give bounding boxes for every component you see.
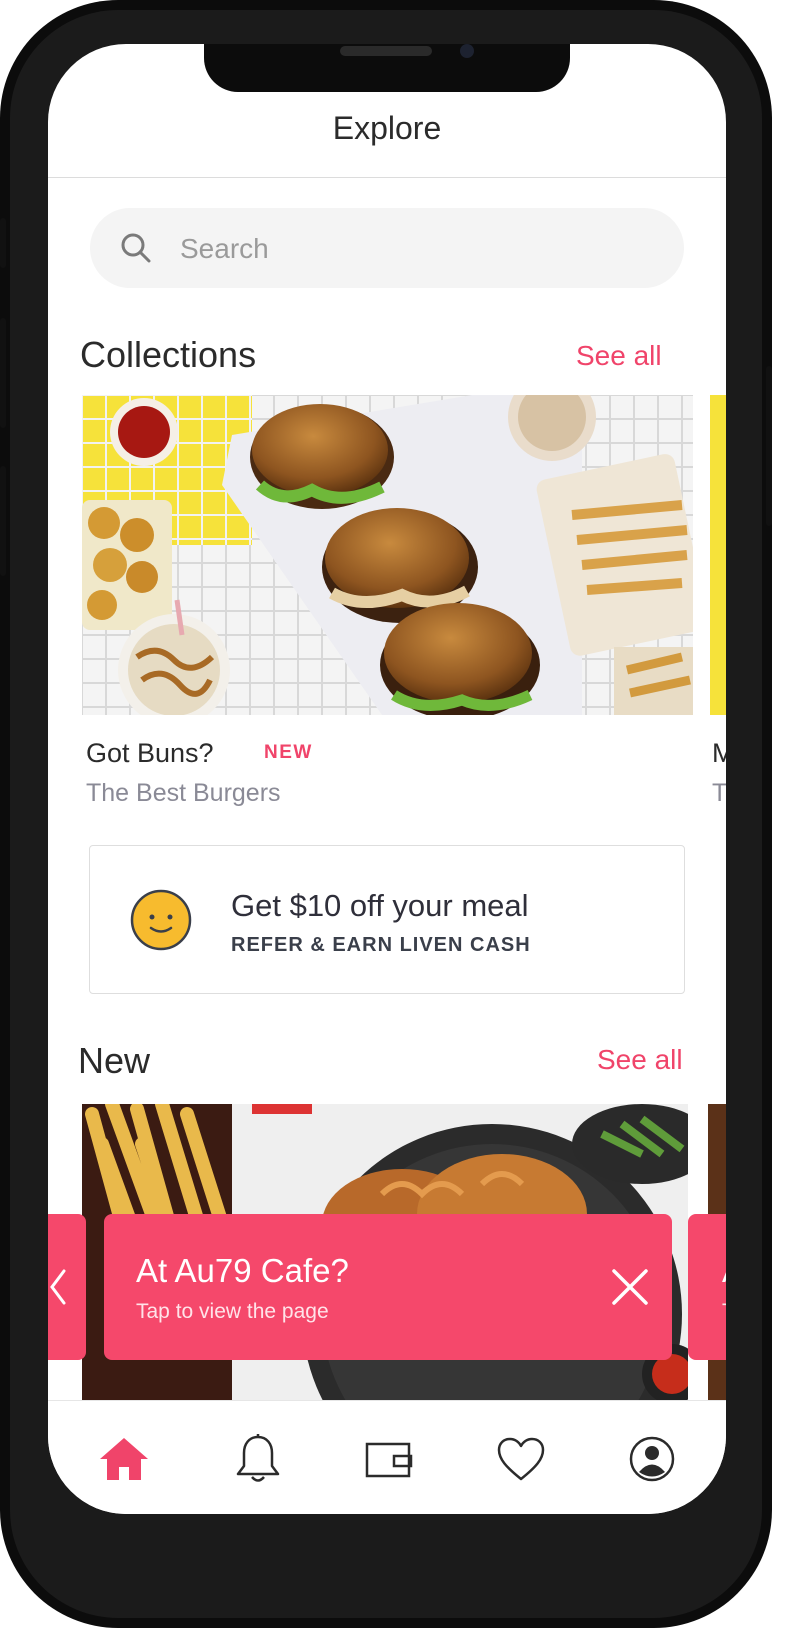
location-banner-subtitle: Tap to view the page xyxy=(136,1300,329,1323)
promo-subtitle: REFER & EARN LIVEN CASH xyxy=(231,934,531,956)
tab-favourites[interactable] xyxy=(493,1431,549,1487)
bell-icon xyxy=(236,1434,280,1482)
header-divider xyxy=(48,177,726,178)
new-badge: NEW xyxy=(264,742,313,763)
collections-title: Collections xyxy=(80,334,257,375)
location-banner[interactable]: At Au79 Cafe? Tap to view the page xyxy=(104,1214,672,1360)
chevron-left-icon xyxy=(50,1269,66,1305)
collection-card-name-peek: M xyxy=(712,738,726,768)
collection-card-name: Got Buns? xyxy=(86,738,214,768)
collection-card-subtitle: The Best Burgers xyxy=(86,779,281,807)
next-banner-subtitle: T xyxy=(722,1300,726,1324)
smiley-icon xyxy=(130,889,192,951)
search-bar[interactable] xyxy=(90,208,684,290)
new-see-all-link[interactable]: See all xyxy=(597,1044,683,1076)
referral-promo-card[interactable]: Get $10 off your meal REFER & EARN LIVEN… xyxy=(89,845,685,994)
mute-switch xyxy=(0,218,6,268)
tab-profile[interactable] xyxy=(624,1431,680,1487)
previous-banner-peek[interactable] xyxy=(48,1214,86,1360)
heart-icon xyxy=(497,1437,545,1481)
front-camera xyxy=(460,44,474,58)
burger-photo xyxy=(82,395,693,715)
volume-up-button xyxy=(0,318,6,428)
promo-title: Get $10 off your meal xyxy=(231,888,529,923)
volume-down-button xyxy=(0,466,6,576)
next-banner-peek[interactable]: A T xyxy=(688,1214,726,1360)
search-input[interactable] xyxy=(178,208,662,290)
page-title: Explore xyxy=(332,110,442,146)
profile-icon xyxy=(629,1436,675,1482)
location-banner-title: At Au79 Cafe? xyxy=(136,1252,349,1289)
next-banner-title: A xyxy=(722,1252,726,1290)
tab-home[interactable] xyxy=(96,1431,152,1487)
wallet-icon xyxy=(365,1442,413,1478)
speaker-grille xyxy=(340,46,432,56)
bottom-tab-bar xyxy=(48,1400,726,1514)
tab-wallet[interactable] xyxy=(361,1431,417,1487)
collections-see-all-link[interactable]: See all xyxy=(576,340,662,372)
power-button xyxy=(766,366,772,526)
tab-notifications[interactable] xyxy=(230,1431,286,1487)
search-icon xyxy=(121,233,151,263)
collection-card-image[interactable] xyxy=(82,395,693,715)
app-screen: Explore Collections See all xyxy=(48,44,726,1514)
collection-card-subtitle-peek: T xyxy=(712,779,726,807)
notch xyxy=(204,44,570,92)
collection-card-image-peek[interactable] xyxy=(710,395,726,715)
close-icon[interactable] xyxy=(610,1267,650,1307)
home-icon xyxy=(100,1438,148,1480)
new-section-title: New xyxy=(78,1040,151,1081)
